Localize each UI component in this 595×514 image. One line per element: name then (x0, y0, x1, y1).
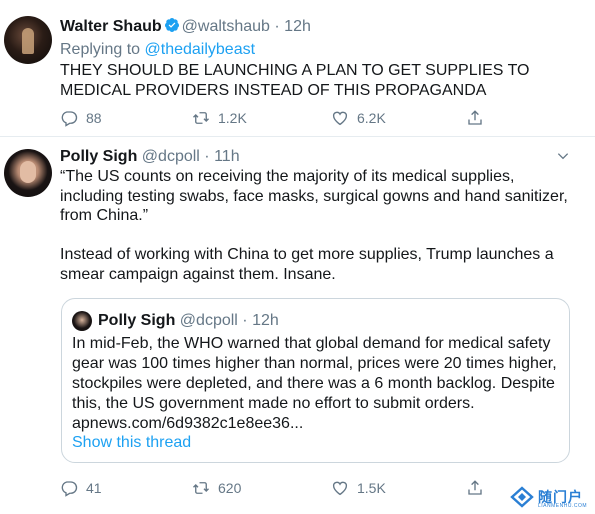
reply-count: 88 (86, 110, 102, 126)
like-icon (332, 481, 348, 496)
retweet-icon (193, 112, 209, 124)
like-count: 1.5K (357, 480, 386, 496)
author-name[interactable]: Polly Sigh (60, 148, 137, 165)
retweet-button[interactable]: 620 (192, 478, 241, 498)
quoted-tweet[interactable]: Polly Sigh @dcpoll · 12h In mid-Feb, the… (61, 298, 570, 463)
reply-icon (61, 111, 78, 127)
like-icon (332, 111, 348, 126)
reply-icon (61, 481, 78, 497)
author-name[interactable]: Walter Shaub (60, 18, 162, 35)
tweet-walter-shaub[interactable]: Walter Shaub @waltshaub · 12h Replying to… (0, 0, 595, 136)
reply-button[interactable]: 88 (60, 108, 102, 128)
separator-dot: · (274, 18, 280, 35)
like-count: 6.2K (357, 110, 386, 126)
quoted-tweet-time: 12h (252, 312, 279, 329)
replying-to-line: Replying to @thedailybeast (60, 40, 255, 60)
share-icon (468, 110, 482, 125)
watermark-subtext: LIANMENHU.COM (538, 503, 588, 509)
tweet-time[interactable]: 12h (284, 18, 311, 35)
author-handle[interactable]: @waltshaub (182, 18, 270, 35)
author-handle[interactable]: @dcpoll (142, 148, 200, 165)
tweet-text: “The US counts on receiving the majority… (60, 168, 568, 283)
quoted-tweet-header: Polly Sigh @dcpoll · 12h (98, 311, 279, 331)
verified-badge-icon (164, 18, 179, 32)
avatar[interactable] (4, 16, 52, 64)
retweet-count: 620 (218, 480, 242, 496)
reply-button[interactable]: 41 (60, 478, 102, 498)
tweet-header: Walter Shaub @waltshaub · 12h (60, 17, 311, 37)
separator-dot: · (242, 312, 248, 329)
reply-count: 41 (86, 480, 102, 496)
share-button[interactable] (466, 478, 484, 498)
tweet-header: Polly Sigh @dcpoll · 11h (60, 147, 240, 167)
replying-to-label: Replying to (60, 41, 145, 58)
show-thread-link[interactable]: Show this thread (72, 433, 191, 453)
retweet-icon (193, 482, 209, 494)
like-button[interactable]: 1.5K (331, 478, 386, 498)
tweet-time[interactable]: 11h (214, 148, 240, 165)
chevron-down-icon[interactable] (556, 149, 570, 163)
replying-to-handle-link[interactable]: @thedailybeast (145, 41, 256, 58)
quoted-author-handle: @dcpoll (179, 312, 238, 329)
tweet-text: THEY SHOULD BE LAUNCHING A PLAN TO GET S… (60, 62, 530, 99)
share-icon (468, 480, 482, 495)
retweet-count: 1.2K (218, 110, 247, 126)
avatar[interactable] (4, 149, 52, 197)
site-watermark: 随门户 LIANMENHU.COM (510, 484, 590, 510)
like-button[interactable]: 6.2K (331, 108, 386, 128)
retweet-button[interactable]: 1.2K (192, 108, 247, 128)
quoted-tweet-text: In mid-Feb, the WHO warned that global d… (72, 335, 557, 432)
avatar (72, 311, 92, 331)
separator-dot: · (204, 148, 210, 165)
quoted-author-name: Polly Sigh (98, 312, 176, 329)
watermark-logo-icon (510, 486, 534, 508)
share-button[interactable] (466, 108, 484, 128)
